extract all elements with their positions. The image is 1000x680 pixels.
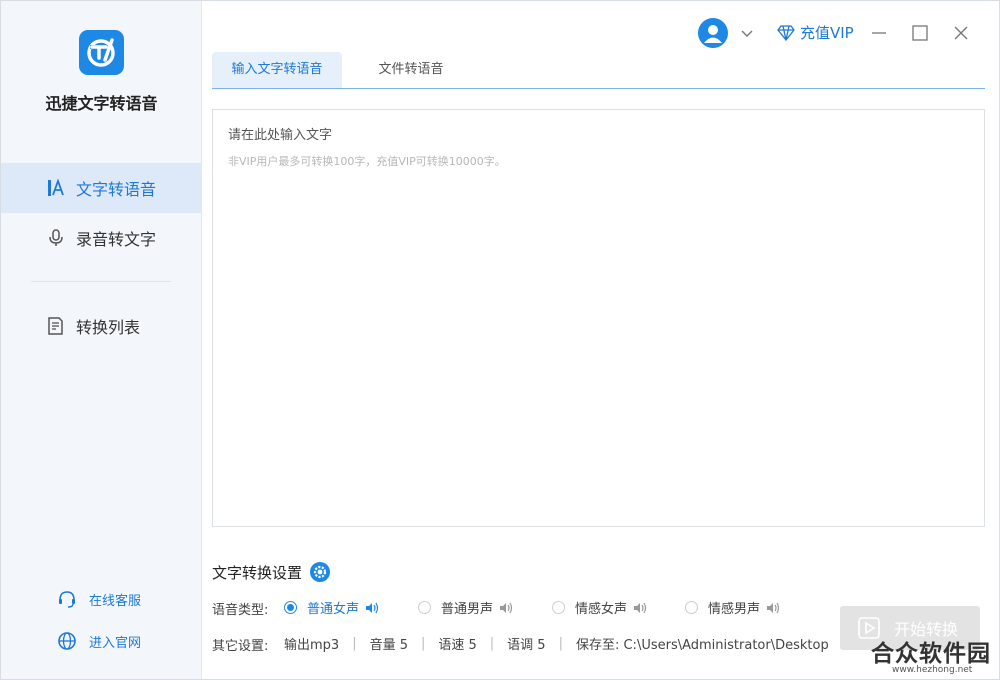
recharge-vip-button[interactable]: 充值VIP — [777, 22, 854, 43]
save-path-option[interactable]: 保存至: C:\Users\Administrator\Desktop — [576, 634, 829, 653]
official-site-label: 进入官网 — [89, 635, 142, 651]
separator: | — [558, 636, 563, 651]
separator: | — [352, 636, 357, 651]
other-settings-label: 其它设置: — [212, 639, 269, 654]
radio-dot — [552, 601, 565, 614]
microphone-icon — [46, 228, 66, 248]
volume-option[interactable]: 音量 5 — [370, 634, 408, 653]
user-avatar[interactable] — [698, 18, 728, 48]
voice-option-normal-female[interactable]: 普通女声 — [284, 598, 379, 617]
sidebar-item-conversion-list[interactable]: 转换列表 — [1, 301, 202, 351]
sidebar-item-label: 转换列表 — [76, 318, 141, 337]
app-window: 迅捷文字转语音 文字转语音 录音转文字 转换列表 在线客服 进入官网 充值VIP… — [0, 0, 1000, 680]
text-input-area[interactable]: 请在此处输入文字 非VIP用户最多可转换100字，充值VIP可转换10000字。 — [212, 109, 985, 527]
separator: | — [420, 636, 426, 651]
output-format-option[interactable]: 输出mp3 — [284, 634, 339, 653]
watermark: 合众软件园 — [871, 641, 991, 667]
online-service-label: 在线客服 — [89, 593, 142, 609]
speaker-icon[interactable] — [365, 602, 379, 614]
speed-option[interactable]: 语速 5 — [438, 634, 476, 653]
watermark-url: www.hezhong.net — [892, 665, 973, 675]
user-icon — [704, 25, 722, 43]
sidebar-item-speech-to-text[interactable]: 录音转文字 — [1, 213, 202, 263]
settings-title: 文字转换设置 — [212, 561, 331, 583]
app-logo — [79, 30, 124, 75]
voice-option-label: 情感男声 — [708, 602, 761, 617]
speaker-icon[interactable] — [633, 602, 647, 614]
sidebar: 迅捷文字转语音 文字转语音 录音转文字 转换列表 在线客服 进入官网 — [1, 1, 202, 679]
tab-underline — [212, 88, 985, 89]
text-a-icon — [46, 178, 66, 198]
radio-dot — [418, 601, 431, 614]
gear-icon[interactable] — [309, 561, 331, 583]
radio-dot — [685, 601, 698, 614]
official-site-link[interactable]: 进入官网 — [57, 631, 141, 651]
voice-option-label: 情感女声 — [575, 602, 628, 617]
voice-option-emotional-male[interactable]: 情感男声 — [685, 598, 780, 617]
diamond-icon — [777, 24, 795, 41]
radio-dot — [284, 601, 297, 614]
close-icon[interactable] — [951, 23, 971, 43]
speaker-icon[interactable] — [766, 602, 780, 614]
voice-option-normal-male[interactable]: 普通男声 — [418, 598, 513, 617]
tab-input-text[interactable]: 输入文字转语音 — [212, 52, 342, 88]
pitch-option[interactable]: 语调 5 — [507, 634, 545, 653]
list-doc-icon — [46, 316, 66, 336]
globe-icon — [57, 631, 77, 651]
settings-title-label: 文字转换设置 — [212, 563, 303, 582]
voice-type-label: 语音类型: — [212, 603, 269, 618]
other-settings-row: 输出mp3 | 音量 5 | 语速 5 | 语调 5 | 保存至: C:\Use… — [284, 634, 829, 653]
tab-file-to-speech[interactable]: 文件转语音 — [361, 52, 461, 88]
maximize-icon[interactable] — [910, 23, 930, 43]
text-input-hint: 非VIP用户最多可转换100字，充值VIP可转换10000字。 — [228, 155, 506, 168]
voice-option-emotional-female[interactable]: 情感女声 — [552, 598, 647, 617]
sidebar-divider — [31, 281, 171, 282]
speaker-icon[interactable] — [499, 602, 513, 614]
headset-icon — [57, 589, 77, 609]
vip-label: 充值VIP — [800, 24, 854, 42]
online-service-link[interactable]: 在线客服 — [57, 589, 141, 609]
text-input-placeholder: 请在此处输入文字 — [228, 128, 333, 143]
voice-option-label: 普通男声 — [441, 602, 494, 617]
minimize-icon[interactable] — [869, 23, 889, 43]
sidebar-item-label: 文字转语音 — [76, 180, 157, 199]
app-name: 迅捷文字转语音 — [45, 94, 158, 113]
separator: | — [489, 636, 495, 651]
sidebar-item-text-to-speech[interactable]: 文字转语音 — [1, 163, 202, 213]
sidebar-item-label: 录音转文字 — [76, 230, 157, 249]
chevron-down-icon[interactable] — [739, 25, 755, 41]
voice-option-label: 普通女声 — [307, 602, 360, 617]
